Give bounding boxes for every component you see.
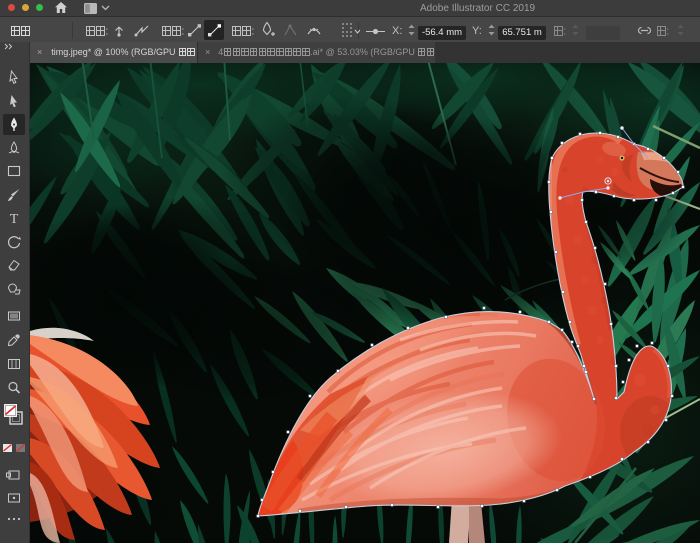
svg-text:T: T xyxy=(10,212,19,227)
